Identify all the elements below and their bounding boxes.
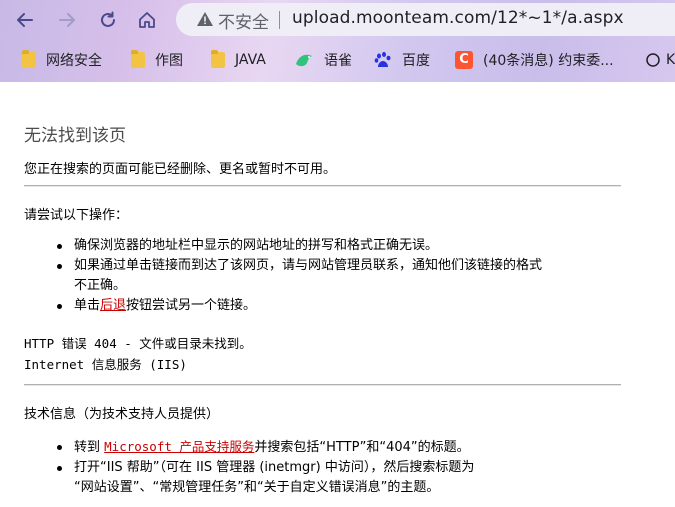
bullet — [57, 466, 62, 471]
bookmarks-bar: 网络安全 作图 JAVA 语雀 百度 C (40条消息) 约束委... K — [0, 43, 675, 76]
url-text[interactable]: upload.moonteam.com/12*~1*/a.aspx — [292, 8, 624, 28]
insecure-label[interactable]: 不安全 — [218, 8, 269, 33]
csdn-icon: C — [455, 50, 473, 69]
bookmark-label: K — [666, 51, 675, 68]
folder-icon — [22, 49, 36, 68]
page-title: 无法找到该页 — [24, 126, 126, 146]
bookmark-baidu[interactable]: 百度 — [374, 43, 430, 76]
error-line-2: Internet 信息服务 (IIS) — [24, 357, 187, 372]
bookmark-label: 作图 — [155, 52, 183, 69]
bookmark-wangluoanquan[interactable]: 网络安全 — [22, 43, 102, 76]
bookmark-csdn[interactable]: C (40条消息) 约束委... — [455, 43, 614, 76]
list-item: 确保浏览器的地址栏中显示的网站地址的拼写和格式正确无误。 — [57, 236, 542, 256]
bullet — [57, 244, 62, 249]
bookmark-k[interactable]: K — [646, 43, 675, 76]
bullet — [57, 304, 62, 309]
list-item-text: 如果通过单击链接而到达了该网页，请与网站管理员联系，通知他们该链接的格式 — [74, 258, 543, 273]
reload-icon — [101, 11, 115, 27]
toolbar: 不安全 upload.moonteam.com/12*~1*/a.aspx — [0, 0, 675, 40]
bookmark-label: 网络安全 — [46, 52, 102, 69]
try-heading: 请尝试以下操作： — [24, 208, 129, 223]
divider — [24, 185, 621, 187]
bookmark-yuque[interactable]: 语雀 — [294, 43, 352, 76]
bullet — [57, 264, 62, 269]
list-item: 如果通过单击链接而到达了该网页，请与网站管理员联系，通知他们该链接的格式 — [57, 256, 543, 276]
list-item: “网站设置”、“常规管理任务”和“关于自定义错误消息”的主题。 — [74, 478, 474, 498]
list-item: 不正确。 — [74, 276, 542, 296]
microsoft-support-link[interactable]: Microsoft 产品支持服务 — [104, 439, 254, 454]
try-list: 确保浏览器的地址栏中显示的网站地址的拼写和格式正确无误。 如果通过单击链接而到达… — [57, 236, 543, 316]
baidu-paw-icon — [374, 51, 391, 67]
home-icon — [139, 12, 155, 28]
back-suffix: 按钮尝试另一个链接。 — [126, 298, 257, 313]
list-item-text: 不正确。 — [74, 278, 127, 293]
tech-heading: 技术信息（为技术支持人员提供） — [24, 407, 220, 422]
bookmark-java[interactable]: JAVA — [211, 43, 266, 76]
tech-item1-prefix: 转到 — [74, 440, 105, 455]
bookmark-label: (40条消息) 约束委... — [483, 52, 614, 69]
bullet — [57, 445, 62, 450]
reload-button[interactable] — [95, 7, 121, 33]
back-link[interactable]: 后退 — [100, 298, 126, 313]
folder-icon — [211, 49, 225, 68]
tech-item1-suffix: 并搜索包括“HTTP”和“404”的标题。 — [254, 440, 470, 455]
divider — [24, 384, 621, 386]
arrow-right-icon — [59, 13, 75, 27]
address-divider — [279, 11, 280, 29]
k-icon — [646, 52, 660, 67]
tech-list: 转到 Microsoft 产品支持服务并搜索包括“HTTP”和“404”的标题。… — [57, 437, 475, 498]
list-item: 单击后退按钮尝试另一个链接。 — [57, 296, 542, 316]
warning-icon[interactable] — [196, 10, 214, 28]
tech-item2-text: “网站设置”、“常规管理任务”和“关于自定义错误消息”的主题。 — [74, 480, 440, 495]
list-item-text: 确保浏览器的地址栏中显示的网站地址的拼写和格式正确无误。 — [74, 238, 439, 253]
page-subtitle: 您正在搜索的页面可能已经删除、更名或暂时不可用。 — [24, 162, 337, 177]
back-prefix: 单击 — [74, 298, 101, 313]
bookmark-label: JAVA — [235, 51, 266, 68]
arrow-left-icon — [17, 13, 33, 27]
list-item: 转到 Microsoft 产品支持服务并搜索包括“HTTP”和“404”的标题。 — [57, 437, 474, 458]
tech-item2-text: 打开“IIS 帮助”（可在 IIS 管理器 (inetmgr) 中访问），然后搜… — [74, 460, 475, 475]
bookmark-label: 语雀 — [324, 52, 352, 69]
list-item: 打开“IIS 帮助”（可在 IIS 管理器 (inetmgr) 中访问），然后搜… — [57, 458, 475, 478]
back-button[interactable] — [12, 7, 38, 33]
error-line-1: HTTP 错误 404 - 文件或目录未找到。 — [24, 336, 252, 351]
browser-chrome: 不安全 upload.moonteam.com/12*~1*/a.aspx 网络… — [0, 0, 675, 82]
home-button[interactable] — [134, 7, 160, 33]
forward-button[interactable] — [54, 7, 80, 33]
bookmark-label: 百度 — [402, 52, 430, 69]
bookmark-zuotu[interactable]: 作图 — [131, 43, 183, 76]
folder-icon — [131, 49, 145, 68]
yuque-icon — [296, 54, 312, 66]
